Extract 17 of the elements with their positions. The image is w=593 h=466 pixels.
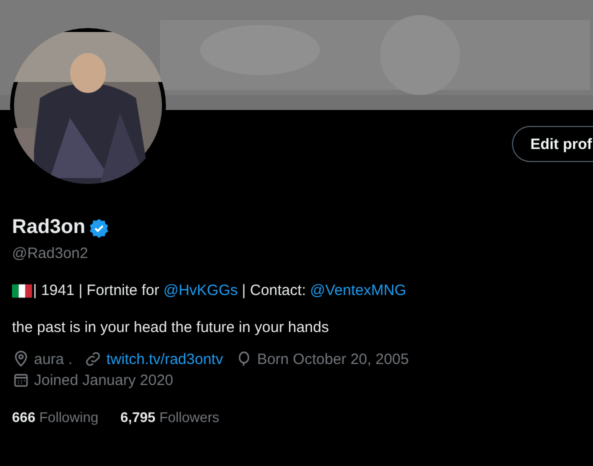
mention-link[interactable]: @VentexMNG <box>310 282 406 299</box>
follow-count-link[interactable]: 666 Following <box>12 409 98 425</box>
join-date: Joined January 2020 <box>34 372 174 388</box>
flag-icon <box>12 284 32 298</box>
website-link[interactable]: twitch.tv/rad3ontv <box>106 350 224 368</box>
calendar-icon <box>12 371 30 389</box>
bio-text: | 1941 | Fortnite for @HvKGGs | Contact: @VentexMNG <box>33 282 406 299</box>
location-text: aura . <box>34 350 72 368</box>
link-icon <box>84 350 102 368</box>
location-pin-icon <box>12 350 30 368</box>
mention-link[interactable]: @HvKGGs <box>163 282 238 299</box>
profile-name: Rad3on <box>12 216 86 239</box>
birth-date: Born October 20, 2005 <box>257 350 409 368</box>
follow-count-link[interactable]: 6,795 Followers <box>120 409 220 425</box>
edit-profile-button[interactable]: Edit prof <box>512 126 593 162</box>
profile-handle: @Rad3on2 <box>12 245 90 262</box>
bio-quote: the past is in your head the future in your hands <box>12 319 330 336</box>
